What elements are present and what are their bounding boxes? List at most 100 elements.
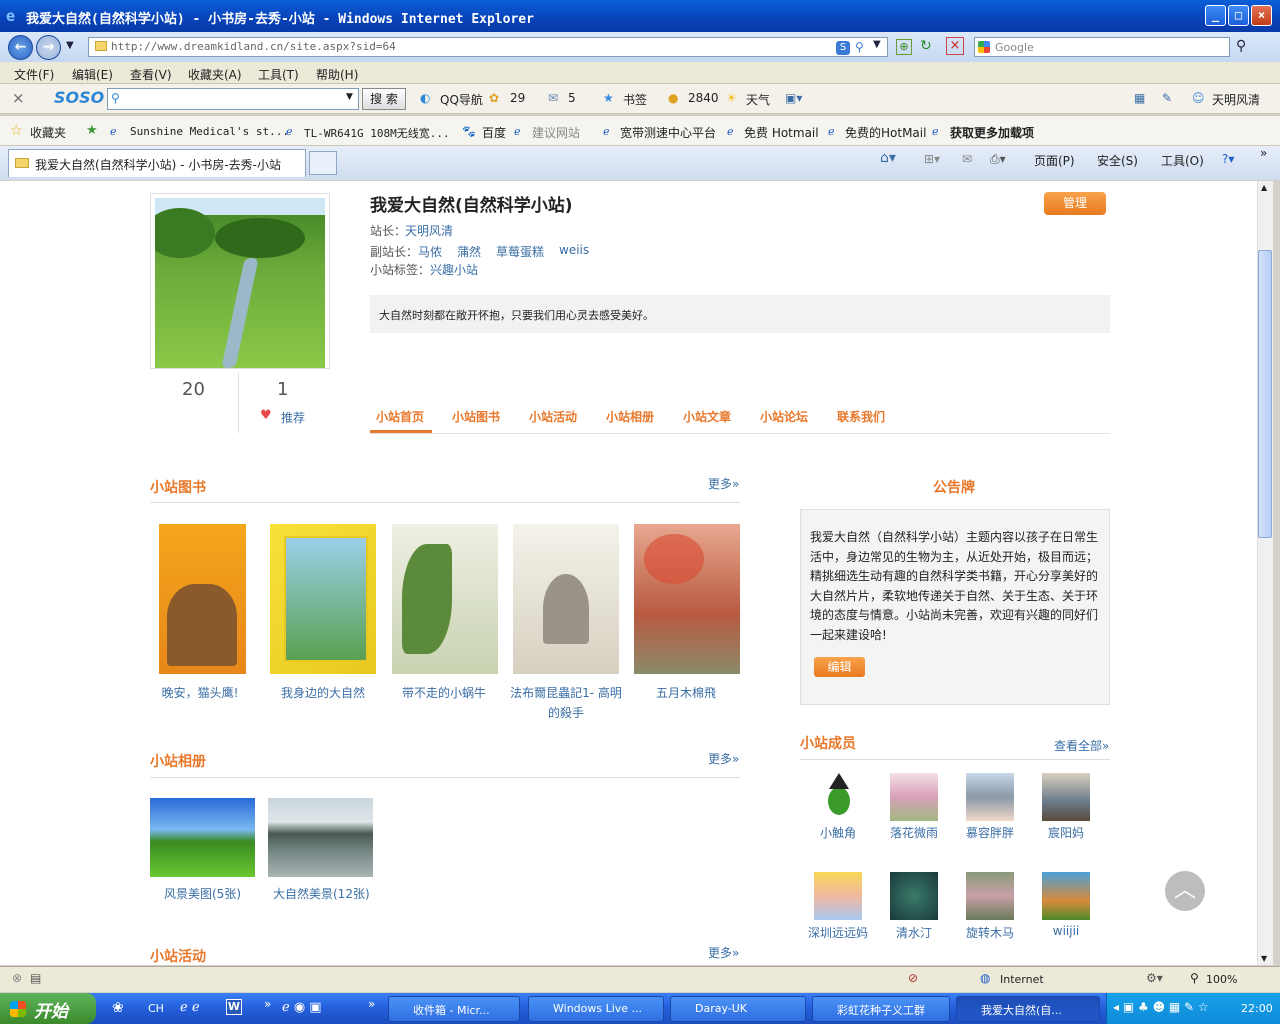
tag-link[interactable]: 兴趣小站 — [430, 261, 478, 278]
safety-menu[interactable]: 安全(S) — [1097, 152, 1138, 169]
read-mail-icon[interactable]: ✉ — [962, 152, 972, 166]
chevron-more-icon[interactable]: » — [1260, 146, 1267, 160]
owner-link[interactable]: 天明风清 — [405, 222, 453, 239]
status-settings-icon[interactable]: ⚙▾ — [1146, 971, 1163, 985]
member-name[interactable]: 宸阳妈 — [1031, 824, 1101, 841]
mail-count[interactable]: 5 — [568, 91, 576, 105]
qq-user-name[interactable]: 天明风清 — [1212, 91, 1260, 108]
member-name[interactable]: 清水汀 — [879, 924, 949, 941]
book-title[interactable]: 带不走的小蜗牛 — [384, 683, 504, 703]
deputy-link[interactable]: 蒲然 — [457, 243, 481, 260]
maximize-button[interactable]: □ — [1228, 5, 1249, 26]
nav-albums[interactable]: 小站相册 — [606, 408, 654, 425]
menu-file[interactable]: 文件(F) — [14, 66, 54, 83]
url-dropdown-icon[interactable]: ▼ — [873, 39, 881, 50]
member-name[interactable]: 深圳远远妈 — [799, 924, 877, 941]
feeds-icon[interactable]: ⊞▾ — [924, 152, 940, 166]
stop-icon[interactable]: × — [946, 37, 964, 55]
soso-dropdown-icon[interactable]: ▼ — [346, 92, 353, 102]
back-to-top-button[interactable]: ︿ — [1165, 871, 1205, 911]
album-thumbnail[interactable] — [268, 798, 373, 877]
task-outlook[interactable]: 收件箱 - Micr... — [388, 996, 520, 1022]
task-ie-active[interactable]: 我爱大自然(自... — [956, 996, 1100, 1022]
add-favorite-icon[interactable]: ★ — [86, 123, 98, 138]
zoom-icon[interactable]: ⚲ — [1190, 971, 1199, 985]
member-avatar[interactable] — [966, 872, 1014, 920]
screen-icon[interactable]: ▣▾ — [785, 91, 802, 105]
album-thumbnail[interactable] — [150, 798, 255, 877]
new-tab-button[interactable] — [309, 151, 337, 175]
member-name[interactable]: 旋转木马 — [955, 924, 1025, 941]
menu-edit[interactable]: 编辑(E) — [72, 66, 113, 83]
menu-tools[interactable]: 工具(T) — [258, 66, 299, 83]
task-qq-group[interactable]: 彩虹花种子义工群 — [812, 996, 950, 1022]
scroll-down-icon[interactable]: ▼ — [1261, 954, 1267, 963]
fav-suggested-sites[interactable]: 建议网站 — [532, 124, 580, 141]
nav-contact[interactable]: 联系我们 — [837, 408, 885, 425]
nav-books[interactable]: 小站图书 — [452, 408, 500, 425]
deputy-link[interactable]: weiis — [559, 243, 589, 257]
minimize-button[interactable]: _ — [1205, 5, 1226, 26]
tab-active[interactable]: 我爱大自然(自然科学小站) - 小书房-去秀-小站 — [8, 149, 306, 177]
book-cover[interactable] — [270, 524, 376, 674]
compat-icon[interactable]: ⚲ — [855, 40, 864, 54]
qq-nav-link[interactable]: QQ导航 — [440, 91, 483, 108]
toolbar-close-icon[interactable]: × — [12, 89, 25, 107]
tray-icons[interactable]: ◂ ▣ ♣ ☻ ▦ ✎ ☆ — [1113, 1000, 1209, 1014]
apps-icon[interactable]: ▦ — [1134, 91, 1145, 105]
fav-baidu[interactable]: 百度 — [482, 124, 506, 141]
word-icon[interactable]: W — [226, 999, 242, 1015]
fav-hotmail-2[interactable]: 免费的HotMail — [845, 124, 926, 141]
menu-favorites[interactable]: 收藏夹(A) — [188, 66, 242, 83]
member-name[interactable]: 慕容胖胖 — [955, 824, 1025, 841]
feather-icon[interactable]: ✎ — [1162, 91, 1172, 105]
back-button[interactable]: ← — [8, 35, 33, 60]
more-quicklaunch-icon[interactable]: » — [264, 997, 271, 1011]
quicklaunch-icon[interactable]: ❀ — [112, 1000, 124, 1016]
menu-help[interactable]: 帮助(H) — [316, 66, 358, 83]
member-name[interactable]: wiijii — [1031, 924, 1101, 938]
member-avatar[interactable] — [814, 773, 862, 821]
home-icon[interactable]: ⌂▾ — [880, 150, 896, 166]
fav-get-addons[interactable]: 获取更多加载项 — [950, 124, 1034, 141]
print-icon[interactable]: ⎙▾ — [990, 152, 1006, 167]
album-title[interactable]: 风景美图(5张) — [164, 885, 241, 902]
forward-button[interactable]: → — [36, 35, 61, 60]
s-icon[interactable]: S — [836, 41, 850, 55]
deputy-link[interactable]: 马侬 — [418, 243, 442, 260]
member-avatar[interactable] — [1042, 872, 1090, 920]
book-title[interactable]: 法布爾昆蟲記1- 高明的殺手 — [506, 683, 626, 723]
nav-activities[interactable]: 小站活动 — [529, 408, 577, 425]
notice-edit-button[interactable]: 编辑 — [814, 657, 865, 677]
member-avatar[interactable] — [1042, 773, 1090, 821]
game-count[interactable]: 29 — [510, 91, 525, 105]
deputy-link[interactable]: 草莓蛋糕 — [496, 243, 544, 260]
history-dropdown-icon[interactable]: ▼ — [66, 40, 74, 51]
search-input[interactable]: Google — [974, 37, 1230, 57]
member-avatar[interactable] — [890, 773, 938, 821]
soso-search-input[interactable]: ⚲ — [107, 88, 359, 110]
album-title[interactable]: 大自然美景(12张) — [273, 885, 370, 902]
book-cover[interactable] — [159, 524, 246, 674]
fav-sunshine[interactable]: Sunshine Medical's st... — [130, 125, 289, 138]
book-title[interactable]: 晚安，猫头鹰! — [140, 683, 260, 703]
ie-quicklaunch-icon[interactable]: ℯ ℯ — [180, 1000, 200, 1015]
more-quicklaunch-icon[interactable]: » — [368, 997, 375, 1011]
book-cover[interactable] — [392, 524, 498, 674]
nav-articles[interactable]: 小站文章 — [683, 408, 731, 425]
favorites-button[interactable]: 收藏夹 — [30, 124, 66, 141]
member-name[interactable]: 小触角 — [803, 824, 873, 841]
fav-speed-test[interactable]: 宽带测速中心平台 — [620, 124, 716, 141]
member-avatar[interactable] — [890, 872, 938, 920]
bookmarks-menu[interactable]: 书签 — [623, 91, 647, 108]
language-indicator[interactable]: CH — [148, 1002, 164, 1015]
books-more-link[interactable]: 更多» — [708, 475, 739, 492]
fav-tl-router[interactable]: TL-WR641G 108M无线宽... — [304, 125, 450, 141]
book-cover[interactable] — [513, 524, 619, 674]
tools-menu[interactable]: 工具(O) — [1161, 152, 1204, 169]
close-button[interactable]: × — [1251, 5, 1272, 26]
member-avatar[interactable] — [814, 872, 862, 920]
zoom-level[interactable]: 100% — [1206, 973, 1237, 986]
member-name[interactable]: 落花微雨 — [879, 824, 949, 841]
menu-view[interactable]: 查看(V) — [130, 66, 172, 83]
